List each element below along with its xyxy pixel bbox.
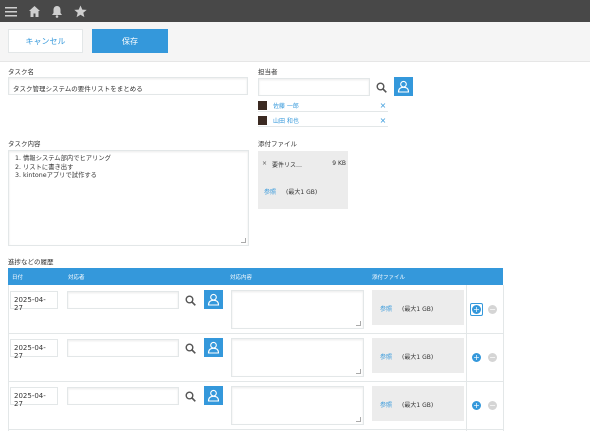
max-size-text: (最大1 GB) (402, 354, 434, 361)
responder-search-button[interactable] (180, 291, 200, 309)
star-icon[interactable] (73, 4, 87, 18)
task-content-textarea[interactable]: 1. 情報システム部内でヒアリング 2. リストに書き出す 3. kintone… (8, 150, 249, 246)
avatar (258, 116, 267, 125)
responder-input[interactable] (67, 387, 179, 405)
row-divider (8, 333, 503, 334)
action-textarea[interactable] (231, 290, 364, 329)
bell-icon[interactable] (50, 4, 64, 18)
plus-icon[interactable]: + (472, 305, 481, 314)
search-icon (376, 82, 387, 93)
user-select-icon (207, 341, 220, 354)
task-name-label: タスク名 (8, 68, 34, 76)
minus-icon[interactable]: − (488, 401, 497, 410)
assignee-search-button[interactable] (371, 78, 391, 96)
browse-link[interactable]: 参照 (380, 352, 392, 361)
row-divider (8, 381, 503, 382)
browse-link[interactable]: 参照 (380, 304, 392, 313)
row-browse-row: 参照 (最大1 GB) (380, 352, 433, 361)
action-textarea[interactable] (231, 338, 364, 377)
date-field[interactable]: 2025-04-27 (10, 339, 58, 360)
responder-user-select-button[interactable] (204, 290, 223, 309)
task-name-field[interactable]: タスク管理システムの要件リストをまとめる (8, 77, 248, 95)
history-label: 進捗などの履歴 (8, 258, 54, 266)
cancel-button[interactable]: キャンセル (8, 29, 83, 53)
column-header-date: 日付 (12, 275, 24, 281)
avatar (258, 101, 267, 110)
search-icon (185, 295, 196, 306)
responder-search-button[interactable] (180, 339, 200, 357)
table-border (8, 285, 9, 431)
assignee-user-name[interactable]: 佐藤 一郎 (273, 101, 378, 110)
table-border (503, 285, 504, 431)
responder-input[interactable] (67, 339, 179, 357)
minus-icon[interactable]: − (488, 305, 497, 314)
table-border (466, 285, 467, 431)
search-icon (185, 343, 196, 354)
max-size-text: (最大1 GB) (402, 306, 434, 313)
close-icon[interactable]: × (378, 101, 388, 110)
plus-icon[interactable]: + (472, 353, 481, 362)
responder-search-button[interactable] (180, 387, 200, 405)
task-content-label: タスク内容 (8, 140, 41, 148)
form-toolbar: キャンセル 保存 (0, 22, 590, 62)
date-field[interactable]: 2025-04-27 (10, 387, 58, 408)
date-field[interactable]: 2025-04-27 (10, 291, 58, 312)
plus-icon[interactable]: + (472, 401, 481, 410)
browse-link[interactable]: 参照 (380, 400, 392, 409)
max-size-text: (最大1 GB) (286, 189, 318, 196)
column-header-action: 対応内容 (230, 275, 253, 281)
attached-file-name[interactable]: 要件リス… (272, 160, 332, 169)
home-icon[interactable] (27, 4, 41, 18)
max-size-text: (最大1 GB) (402, 402, 434, 409)
user-select-icon (207, 293, 220, 306)
assignee-user-select-button[interactable] (394, 77, 413, 96)
column-header-attachment: 添付ファイル (372, 275, 406, 281)
user-select-icon (397, 80, 410, 93)
user-select-icon (207, 389, 220, 402)
row-divider (8, 429, 503, 430)
assignee-search-input[interactable] (258, 78, 370, 96)
resize-handle[interactable] (356, 321, 361, 326)
browse-link[interactable]: 参照 (264, 187, 276, 196)
top-navigation-bar (0, 0, 590, 22)
attached-file: × 要件リス… 9 KB (262, 160, 346, 169)
attachments-label: 添付ファイル (258, 140, 297, 148)
task-content-line: 3. kintoneアプリで試作する (15, 172, 97, 179)
resize-handle[interactable] (356, 417, 361, 422)
assignee-user-name[interactable]: 山田 和也 (273, 116, 378, 125)
search-icon (185, 391, 196, 402)
action-textarea[interactable] (231, 386, 364, 425)
close-icon[interactable]: × (378, 116, 388, 125)
responder-user-select-button[interactable] (204, 386, 223, 405)
task-content-line: 2. リストに書き出す (15, 163, 74, 171)
resize-handle[interactable] (241, 238, 246, 243)
attachments-browse-row: 参照 (最大1 GB) (264, 187, 317, 196)
assignee-user-row: 山田 和也 × (258, 115, 388, 127)
responder-input[interactable] (67, 291, 179, 309)
task-content-line: 1. 情報システム部内でヒアリング (15, 155, 111, 162)
close-icon[interactable]: × (262, 160, 272, 169)
minus-icon[interactable]: − (488, 353, 497, 362)
assignee-label: 担当者 (258, 68, 278, 76)
resize-handle[interactable] (356, 369, 361, 374)
column-header-responder: 対応者 (68, 275, 85, 281)
save-button[interactable]: 保存 (92, 29, 168, 53)
row-browse-row: 参照 (最大1 GB) (380, 400, 433, 409)
menu-icon[interactable] (4, 4, 18, 18)
row-browse-row: 参照 (最大1 GB) (380, 304, 433, 313)
assignee-user-row: 佐藤 一郎 × (258, 100, 388, 112)
responder-user-select-button[interactable] (204, 338, 223, 357)
history-table-header: 日付 対応者 対応内容 添付ファイル (8, 268, 503, 285)
attached-file-size: 9 KB (332, 160, 346, 167)
